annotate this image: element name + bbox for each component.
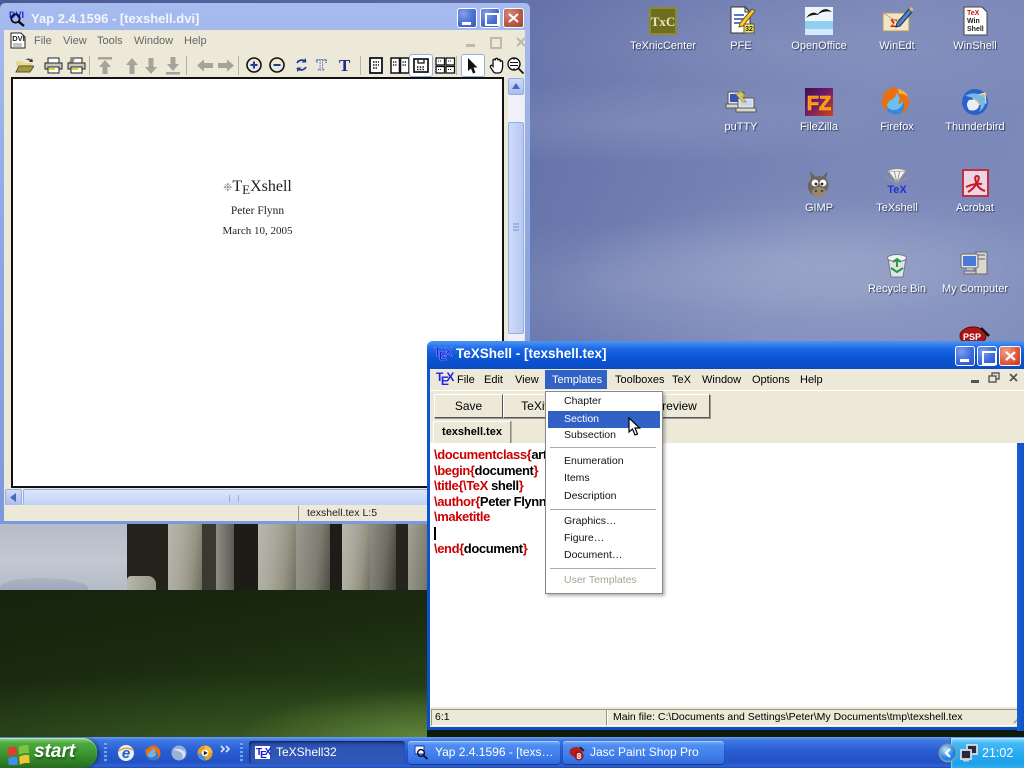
svg-text:FZ: FZ <box>807 93 831 115</box>
svg-text:T: T <box>316 57 327 74</box>
svg-text:TEX: TEX <box>436 371 454 388</box>
svg-text:DVI: DVI <box>12 34 25 43</box>
svg-text:TxC: TxC <box>651 14 676 29</box>
svg-text:TeX: TeX <box>887 184 907 196</box>
svg-text:TEX: TEX <box>434 345 452 363</box>
svg-text:TeX: TeX <box>967 10 980 17</box>
svg-text:32: 32 <box>745 26 753 33</box>
svg-text:Win: Win <box>967 18 980 25</box>
svg-text:T: T <box>339 56 351 75</box>
svg-text:Shell: Shell <box>967 26 984 33</box>
svg-text:8: 8 <box>577 752 582 761</box>
